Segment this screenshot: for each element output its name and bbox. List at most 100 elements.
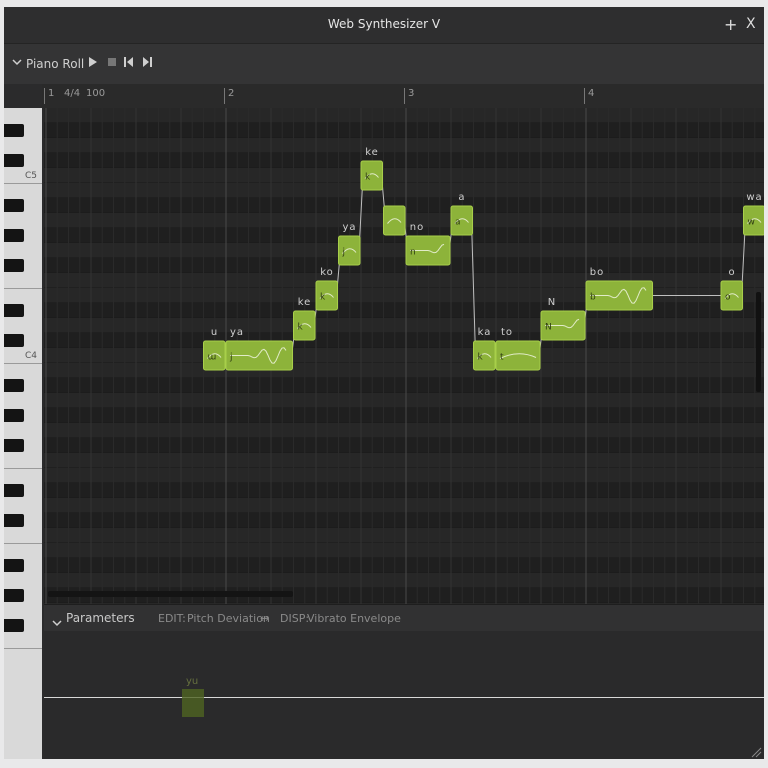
grid-row xyxy=(44,348,764,363)
note-phoneme: n xyxy=(410,248,416,258)
black-key[interactable] xyxy=(4,439,24,452)
black-key[interactable] xyxy=(4,199,24,212)
bar-marker-3: 3 xyxy=(404,88,414,104)
note-phoneme: k xyxy=(298,323,304,333)
note-phoneme: t xyxy=(500,353,504,363)
note-phoneme: j xyxy=(342,248,346,258)
note-phoneme: k xyxy=(365,173,371,183)
bar-marker-1: 1 xyxy=(44,88,54,104)
grid-row xyxy=(44,393,764,408)
stop-icon[interactable] xyxy=(107,56,117,71)
add-button[interactable]: + xyxy=(724,15,737,34)
horizontal-scrollbar[interactable] xyxy=(48,591,293,597)
disp-label: DISP: xyxy=(280,612,310,625)
note-phoneme: j xyxy=(229,353,233,363)
black-key[interactable] xyxy=(4,589,24,602)
resize-grip-icon[interactable] xyxy=(750,743,762,758)
black-key[interactable] xyxy=(4,409,24,422)
black-key[interactable] xyxy=(4,514,24,527)
grid-row xyxy=(44,498,764,513)
note-phoneme: o xyxy=(725,293,731,303)
black-key[interactable] xyxy=(4,124,24,137)
black-key[interactable] xyxy=(4,559,24,572)
note-phoneme: N xyxy=(545,323,552,333)
key-label-c5: C5 xyxy=(25,171,38,181)
bar-marker-4: 4 xyxy=(584,88,594,104)
note-lyric: wa xyxy=(746,192,762,203)
skip-back-icon[interactable] xyxy=(123,56,135,71)
note-phoneme: k xyxy=(320,293,326,303)
note-lyric: ko xyxy=(320,267,334,278)
white-key-divider xyxy=(4,648,42,649)
parameter-baseline xyxy=(44,697,764,698)
black-key[interactable] xyxy=(4,484,24,497)
note-lyric: bo xyxy=(590,267,604,278)
black-key[interactable] xyxy=(4,379,24,392)
black-key[interactable] xyxy=(4,229,24,242)
skip-forward-icon[interactable] xyxy=(141,56,153,71)
grid-row xyxy=(44,543,764,558)
timeline-ruler[interactable]: 1 4/4 100 2 3 4 xyxy=(42,84,764,108)
black-key[interactable] xyxy=(4,154,24,167)
note-phoneme: w xyxy=(748,218,755,228)
close-button[interactable]: X xyxy=(746,16,756,32)
play-icon[interactable] xyxy=(88,56,98,71)
black-key[interactable] xyxy=(4,334,24,347)
grid-row xyxy=(44,378,764,393)
grid-row xyxy=(44,138,764,153)
note-lyric: to xyxy=(501,327,513,338)
grid-row xyxy=(44,123,764,138)
note-canvas[interactable]: ɯujya kke kkojyakkenno aakkatto NN bbooowwa xyxy=(44,108,764,604)
grid-row xyxy=(44,363,764,378)
edit-label: EDIT: xyxy=(158,612,186,625)
window-title: Web Synthesizer V xyxy=(327,17,441,31)
grid-row xyxy=(44,453,764,468)
grid-row xyxy=(44,258,764,273)
grid-row xyxy=(44,468,764,483)
vertical-scrollbar[interactable] xyxy=(756,292,761,392)
grid-row xyxy=(44,153,764,168)
black-key[interactable] xyxy=(4,304,24,317)
note-lyric: a xyxy=(458,192,465,203)
piano-roll-grid[interactable]: ɯ u j ya k ke k ko j ya k ke n no a a k ka t to N Nb bo o o w wa xyxy=(44,108,764,604)
parameters-title: Parameters xyxy=(66,611,135,625)
black-key[interactable] xyxy=(4,619,24,632)
white-key-divider xyxy=(4,288,42,289)
note-lyric: ke xyxy=(298,297,312,308)
grid-row xyxy=(44,183,764,198)
grid-row xyxy=(44,558,764,573)
panel-title: Piano Roll xyxy=(26,57,85,71)
grid-row xyxy=(44,423,764,438)
note-lyric: o xyxy=(728,267,735,278)
grid-row xyxy=(44,483,764,498)
white-key-divider xyxy=(4,468,42,469)
bar-marker-2: 2 xyxy=(224,88,234,104)
tempo[interactable]: 100 xyxy=(86,88,105,99)
edit-param-select[interactable]: Pitch Deviation xyxy=(187,612,270,625)
chevron-down-icon[interactable] xyxy=(52,613,62,632)
app-window: Web Synthesizer V + X Piano Roll 1 4/4 1… xyxy=(4,7,764,759)
grid-row xyxy=(44,108,764,123)
swap-icon[interactable]: ↔ xyxy=(260,612,269,625)
black-key[interactable] xyxy=(4,259,24,272)
note-lyric: ya xyxy=(342,222,356,233)
piano-keyboard[interactable]: C5 C4 xyxy=(4,108,42,759)
grid-row xyxy=(44,318,764,333)
time-signature[interactable]: 4/4 xyxy=(64,88,80,99)
chevron-down-icon[interactable] xyxy=(12,56,22,70)
note-lyric: u xyxy=(211,327,218,338)
grid-row xyxy=(44,243,764,258)
grid-row xyxy=(44,168,764,183)
note-block xyxy=(383,205,406,236)
note-lyric: N xyxy=(548,297,556,308)
grid-row xyxy=(44,438,764,453)
ghost-note xyxy=(182,689,204,717)
piano-roll-toolbar: Piano Roll xyxy=(4,44,764,84)
disp-param-select[interactable]: Vibrato Envelope xyxy=(307,612,401,625)
note-lyric: ya xyxy=(230,327,244,338)
grid-row xyxy=(44,333,764,348)
note-lyric: ka xyxy=(478,327,492,338)
grid-row xyxy=(44,303,764,318)
key-label-c4: C4 xyxy=(25,351,38,361)
note-lyric: ke xyxy=(365,147,379,158)
